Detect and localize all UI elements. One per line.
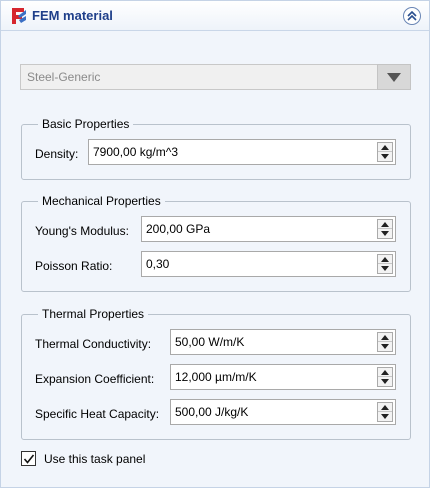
fem-material-icon (10, 6, 28, 26)
thermal-conductivity-value: 50,00 W/m/K (175, 335, 245, 349)
spin-up-icon[interactable] (378, 333, 392, 342)
checkmark-icon (23, 454, 35, 464)
density-label: Density: (35, 147, 79, 161)
specific-heat-capacity-spinner[interactable] (377, 402, 393, 422)
poisson-ratio-field[interactable]: 0,30 (141, 251, 396, 277)
youngs-modulus-value: 200,00 GPa (146, 222, 211, 236)
specific-heat-capacity-label: Specific Heat Capacity: (35, 407, 160, 421)
thermal-conductivity-spinner[interactable] (377, 332, 393, 352)
thermal-properties-group: Thermal Properties Thermal Conductivity:… (21, 307, 411, 440)
expansion-coefficient-spinner[interactable] (377, 367, 393, 387)
thermal-conductivity-field[interactable]: 50,00 W/m/K (170, 329, 396, 355)
density-field[interactable]: 7900,00 kg/m^3 (88, 139, 396, 165)
spin-up-icon[interactable] (378, 368, 392, 377)
mechanical-properties-group: Mechanical Properties Young's Modulus: 2… (21, 194, 411, 292)
spin-down-icon[interactable] (378, 229, 392, 238)
spin-up-icon[interactable] (378, 143, 392, 152)
poisson-ratio-value: 0,30 (146, 257, 170, 271)
basic-properties-group: Basic Properties Density: 7900,00 kg/m^3 (21, 117, 411, 180)
density-spinner[interactable] (377, 142, 393, 162)
thermal-properties-title: Thermal Properties (38, 307, 149, 321)
density-value: 7900,00 kg/m^3 (93, 145, 179, 159)
youngs-modulus-field[interactable]: 200,00 GPa (141, 216, 396, 242)
expansion-coefficient-field[interactable]: 12,000 µm/m/K (170, 364, 396, 390)
spin-down-icon[interactable] (378, 377, 392, 386)
panel-title: FEM material (32, 8, 113, 23)
mechanical-properties-title: Mechanical Properties (38, 194, 165, 208)
expansion-coefficient-label: Expansion Coefficient: (35, 372, 155, 386)
thermal-conductivity-label: Thermal Conductivity: (35, 337, 152, 351)
basic-properties-title: Basic Properties (38, 117, 134, 131)
poisson-ratio-spinner[interactable] (377, 254, 393, 274)
expansion-coefficient-value: 12,000 µm/m/K (175, 370, 257, 384)
fem-material-panel: FEM material Steel-Generic Basic Propert… (0, 0, 430, 488)
spin-up-icon[interactable] (378, 255, 392, 264)
youngs-modulus-spinner[interactable] (377, 219, 393, 239)
material-select[interactable]: Steel-Generic (20, 64, 411, 90)
spin-down-icon[interactable] (378, 342, 392, 351)
material-select-value: Steel-Generic (27, 70, 101, 84)
spin-down-icon[interactable] (378, 152, 392, 161)
spin-up-icon[interactable] (378, 220, 392, 229)
spin-down-icon[interactable] (378, 264, 392, 273)
panel-header[interactable]: FEM material (1, 1, 429, 31)
poisson-ratio-label: Poisson Ratio: (35, 259, 113, 273)
spin-up-icon[interactable] (378, 403, 392, 412)
spin-down-icon[interactable] (378, 412, 392, 421)
dropdown-arrow-icon[interactable] (377, 64, 411, 90)
use-task-panel-label[interactable]: Use this task panel (44, 452, 145, 466)
collapse-up-icon[interactable] (403, 7, 421, 25)
use-task-panel-checkbox[interactable] (21, 451, 36, 466)
specific-heat-capacity-field[interactable]: 500,00 J/kg/K (170, 399, 396, 425)
specific-heat-capacity-value: 500,00 J/kg/K (175, 405, 249, 419)
youngs-modulus-label: Young's Modulus: (35, 224, 129, 238)
